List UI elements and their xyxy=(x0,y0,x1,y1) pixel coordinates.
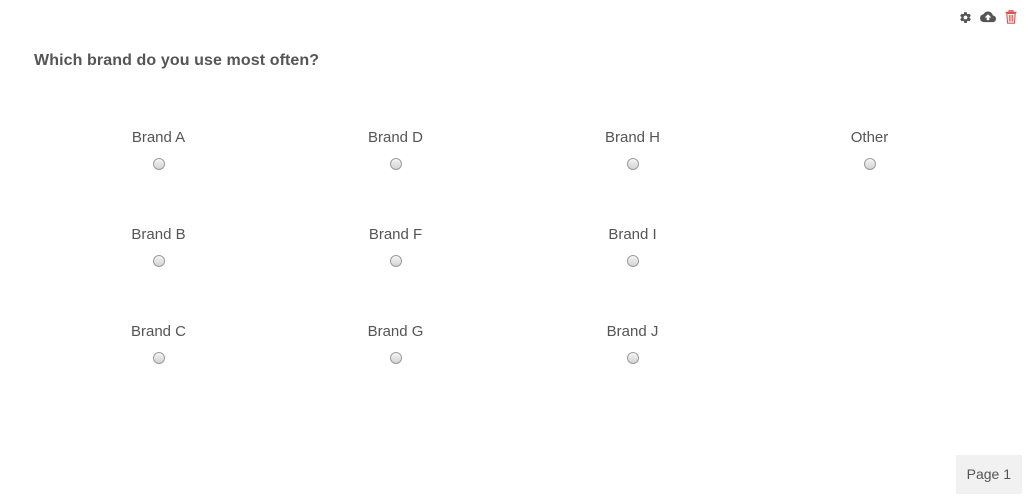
option-10[interactable]: Brand J xyxy=(514,322,751,419)
option-label: Brand C xyxy=(130,323,187,340)
option-label: Brand B xyxy=(131,226,186,243)
option-radio[interactable] xyxy=(152,158,165,170)
option-8[interactable]: Brand C xyxy=(40,322,277,419)
option-2[interactable]: Brand H xyxy=(514,128,751,225)
gear-icon[interactable] xyxy=(957,9,973,25)
option-9[interactable]: Brand G xyxy=(277,322,514,419)
option-label: Brand D xyxy=(367,129,424,146)
question-toolbar xyxy=(957,9,1019,25)
option-label: Brand A xyxy=(131,129,186,146)
trash-icon[interactable] xyxy=(1003,9,1019,25)
option-radio[interactable] xyxy=(389,255,402,267)
page-indicator: Page 1 xyxy=(955,455,1022,494)
option-radio[interactable] xyxy=(626,352,639,364)
option-label: Brand J xyxy=(606,323,659,340)
option-5[interactable]: Brand F xyxy=(277,225,514,322)
option-4[interactable]: Brand B xyxy=(40,225,277,322)
cloud-upload-icon[interactable] xyxy=(980,9,996,25)
option-radio[interactable] xyxy=(863,158,876,170)
option-0[interactable]: Brand A xyxy=(40,128,277,225)
options-grid: Brand A Brand D Brand H Other Brand B Brand F… xyxy=(40,128,988,419)
option-radio[interactable] xyxy=(389,352,402,364)
option-1[interactable]: Brand D xyxy=(277,128,514,225)
option-radio[interactable] xyxy=(626,255,639,267)
option-label: Other xyxy=(850,129,889,146)
question-title: Which brand do you use most often? xyxy=(34,52,320,69)
empty-cell xyxy=(751,225,988,322)
survey-question-page: Which brand do you use most often? Brand… xyxy=(0,0,1029,502)
option-6[interactable]: Brand I xyxy=(514,225,751,322)
option-label: Brand F xyxy=(368,226,423,243)
option-3[interactable]: Other xyxy=(751,128,988,225)
option-radio[interactable] xyxy=(389,158,402,170)
option-radio[interactable] xyxy=(152,255,165,267)
option-label: Brand H xyxy=(604,129,661,146)
option-label: Brand I xyxy=(608,226,657,243)
option-label: Brand G xyxy=(367,323,424,340)
option-radio[interactable] xyxy=(626,158,639,170)
option-radio[interactable] xyxy=(152,352,165,364)
